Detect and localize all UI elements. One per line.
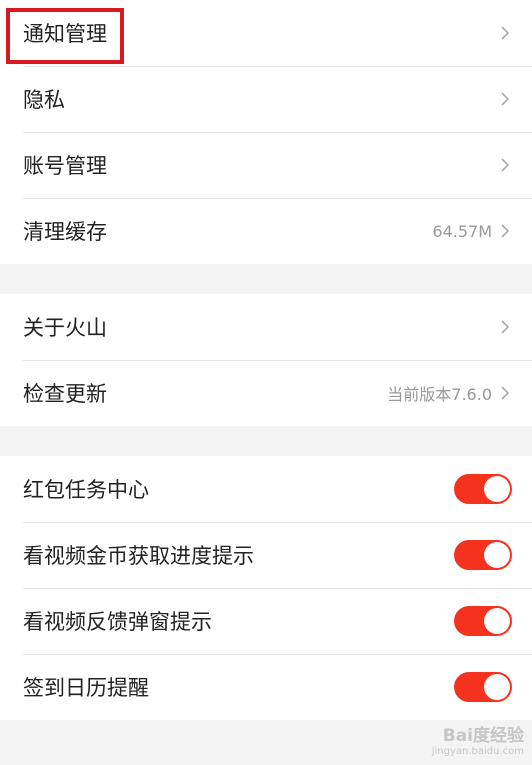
feedback-popup-label: 看视频反馈弹窗提示: [23, 610, 212, 634]
watermark-url: jingyan.baidu.com: [431, 746, 524, 757]
chevron-right-icon: [501, 26, 510, 40]
red-packet-center-toggle[interactable]: [454, 474, 512, 504]
watermark-brand: Bai度经验: [442, 726, 524, 746]
toggle-knob: [484, 476, 510, 502]
section-gap: [0, 264, 532, 294]
about-label: 关于火山: [23, 316, 107, 340]
chevron-right-icon: [501, 158, 510, 172]
toggle-knob: [484, 542, 510, 568]
section-gap: [0, 426, 532, 456]
cache-size-value: 64.57M: [432, 221, 492, 241]
account-management-label: 账号管理: [23, 154, 107, 178]
chevron-right-icon: [501, 92, 510, 106]
coin-progress-toggle[interactable]: [454, 540, 512, 570]
coin-progress-label: 看视频金币获取进度提示: [23, 544, 254, 568]
check-update-label: 检查更新: [23, 382, 107, 406]
highlight-box: [6, 8, 124, 64]
current-version-value: 当前版本7.6.0: [387, 385, 492, 404]
settings-group-toggles: 红包任务中心 看视频金币获取进度提示 看视频反馈弹窗提示 签到日历提醒: [0, 456, 532, 720]
privacy-label: 隐私: [23, 88, 65, 112]
feedback-popup-row: 看视频反馈弹窗提示: [0, 588, 532, 654]
coin-progress-row: 看视频金币获取进度提示: [0, 522, 532, 588]
toggle-knob: [484, 608, 510, 634]
toggle-knob: [484, 674, 510, 700]
chevron-right-icon: [501, 224, 510, 238]
chevron-right-icon: [501, 386, 510, 400]
checkin-reminder-toggle[interactable]: [454, 672, 512, 702]
privacy-row[interactable]: 隐私: [0, 66, 532, 132]
settings-group-about: 关于火山 检查更新 当前版本7.6.0: [0, 294, 532, 426]
red-packet-center-label: 红包任务中心: [23, 478, 149, 502]
account-management-row[interactable]: 账号管理: [0, 132, 532, 198]
checkin-reminder-row: 签到日历提醒: [0, 654, 532, 720]
red-packet-center-row: 红包任务中心: [0, 456, 532, 522]
about-row[interactable]: 关于火山: [0, 294, 532, 360]
clear-cache-label: 清理缓存: [23, 220, 107, 244]
checkin-reminder-label: 签到日历提醒: [23, 676, 149, 700]
feedback-popup-toggle[interactable]: [454, 606, 512, 636]
check-update-row[interactable]: 检查更新 当前版本7.6.0: [0, 360, 532, 426]
watermark: Bai度经验 jingyan.baidu.com: [432, 721, 524, 757]
settings-screen: 通知管理 隐私 账号管理 清理缓存 64.57M 关于火山 检查更新 当前版本7…: [0, 0, 532, 765]
chevron-right-icon: [501, 320, 510, 334]
clear-cache-row[interactable]: 清理缓存 64.57M: [0, 198, 532, 264]
